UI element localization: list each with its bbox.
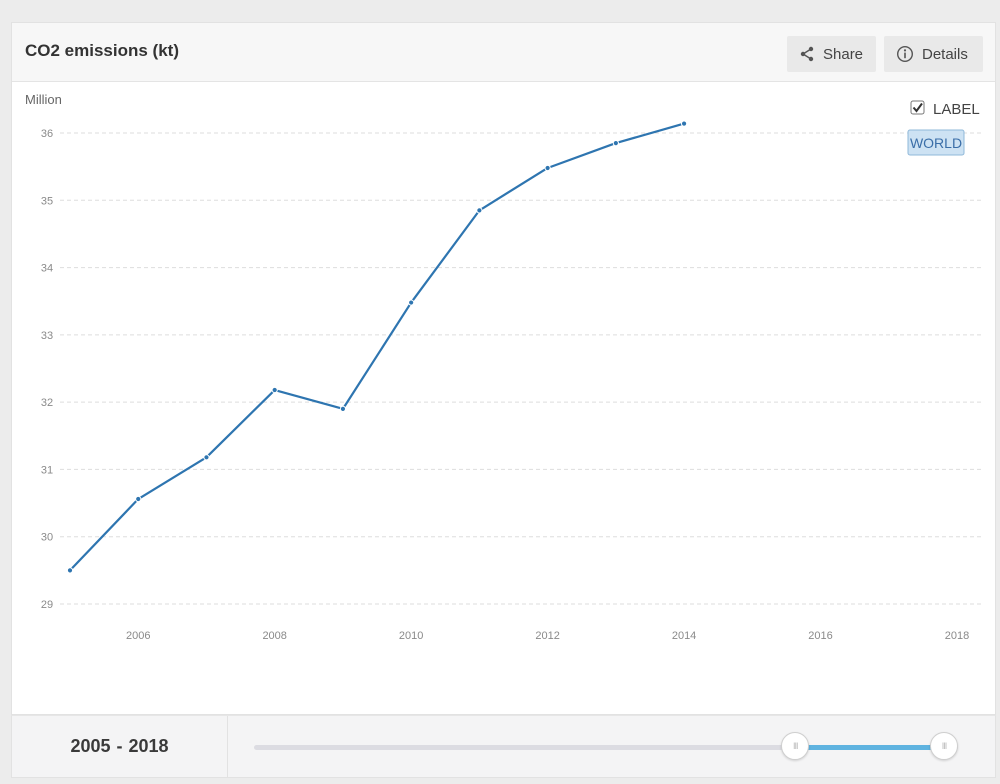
range-start-handle[interactable]: III [781, 732, 810, 760]
grip-icon: III [941, 741, 947, 751]
series-line [69, 122, 685, 572]
y-tick-label: 34 [41, 263, 53, 275]
x-tick-label: 2018 [945, 630, 969, 642]
x-tick-label: 2006 [126, 630, 150, 642]
x-tick-label: 2010 [399, 630, 423, 642]
y-tick-label: 36 [41, 128, 53, 140]
data-point[interactable] [271, 386, 278, 394]
label-checkbox-text: LABEL [933, 101, 980, 118]
range-footer: 2005 - 2018 III III [11, 715, 996, 778]
data-point[interactable] [66, 567, 74, 574]
range-slider-selection [795, 745, 944, 750]
y-tick-label: 30 [41, 532, 53, 544]
x-tick-label: 2012 [535, 630, 559, 642]
range-end-handle[interactable]: III [930, 732, 958, 760]
year-range-label: 2005 - 2018 [12, 716, 228, 777]
y-tick-label: 29 [41, 599, 53, 611]
label-checkbox[interactable] [910, 100, 925, 115]
data-point[interactable] [476, 207, 483, 214]
y-tick-label: 32 [41, 397, 53, 409]
data-point[interactable] [680, 120, 688, 127]
grip-icon: III [793, 741, 798, 751]
y-tick-label: 31 [41, 464, 53, 476]
data-point[interactable] [612, 139, 619, 147]
x-tick-label: 2014 [672, 630, 696, 642]
range-start: 2005 [70, 736, 111, 756]
x-tick-label: 2008 [262, 630, 286, 642]
data-point[interactable] [339, 405, 347, 412]
data-point[interactable] [135, 495, 142, 503]
y-tick-label: 35 [41, 195, 53, 207]
range-end: 2018 [128, 736, 169, 756]
line-chart: Million 29 30 31 32 33 34 35 36 2006 2008 2010 2012 2… [25, 92, 984, 642]
y-axis-unit-label: Million [25, 92, 62, 107]
data-point[interactable] [408, 299, 415, 306]
data-point[interactable] [203, 454, 210, 461]
x-tick-label: 2016 [808, 630, 832, 642]
y-tick-label: 33 [41, 330, 53, 342]
range-separator: - [116, 736, 123, 756]
data-point[interactable] [544, 164, 551, 172]
world-series-tag-label: WORLD [910, 135, 962, 151]
